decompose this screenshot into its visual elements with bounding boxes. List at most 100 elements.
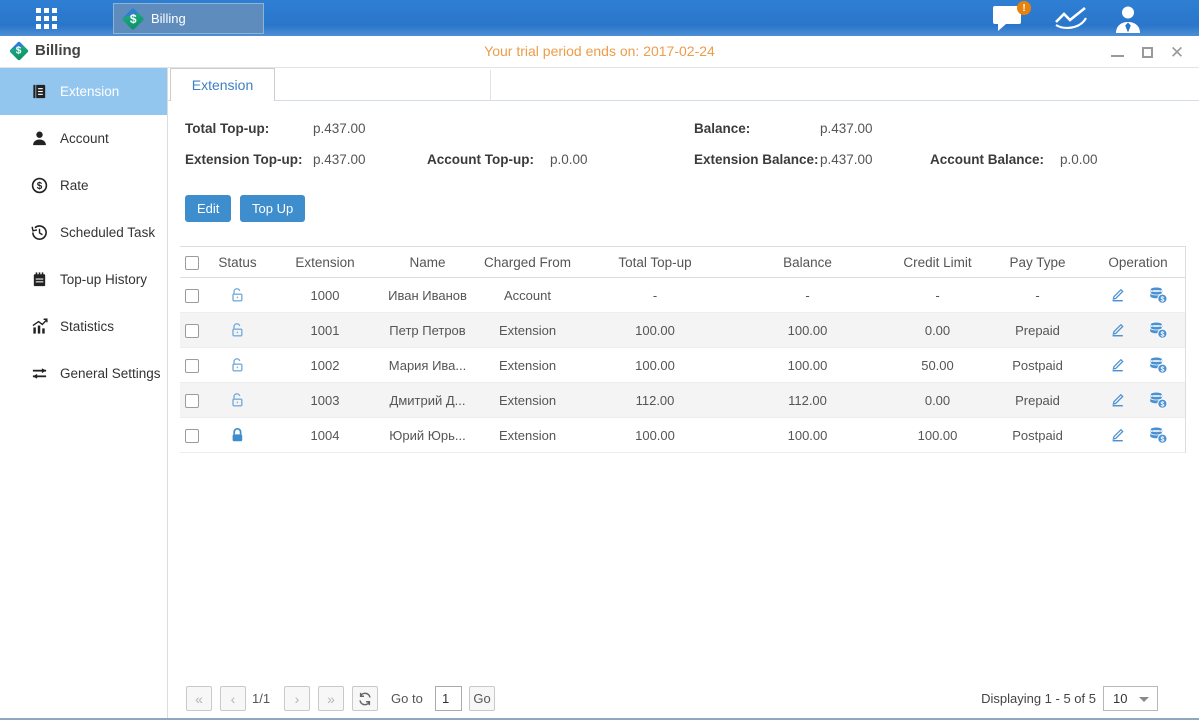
prev-page-button[interactable]: ‹ xyxy=(220,686,246,711)
reports-button[interactable] xyxy=(1053,5,1089,32)
table-row: 1000Иван ИвановAccount----$ xyxy=(180,278,1185,313)
refresh-icon xyxy=(358,692,372,706)
svg-text:$: $ xyxy=(1160,332,1164,339)
row-checkbox[interactable] xyxy=(185,289,199,303)
scheduled-task-icon xyxy=(31,224,48,241)
select-all-checkbox[interactable] xyxy=(185,256,199,270)
total-topup-cell: 100.00 xyxy=(585,358,725,373)
charged-from-cell: Extension xyxy=(470,393,585,408)
sidebar-item-scheduled-task[interactable]: Scheduled Task xyxy=(0,209,167,256)
svg-text:$: $ xyxy=(1160,367,1164,374)
column-header-pay-type: Pay Type xyxy=(985,255,1090,270)
svg-text:$: $ xyxy=(37,181,43,192)
status-cell xyxy=(210,286,265,303)
topup-coins-icon[interactable]: $ xyxy=(1148,356,1168,374)
sidebar-item-label: Statistics xyxy=(60,319,114,334)
sidebar-item-label: General Settings xyxy=(60,366,161,381)
sidebar-item-statistics[interactable]: Statistics xyxy=(0,303,167,350)
maximize-button[interactable] xyxy=(1139,44,1155,60)
sidebar-item-rate[interactable]: $Rate xyxy=(0,162,167,209)
page-size-select[interactable]: 10 xyxy=(1103,686,1158,711)
goto-page-input[interactable] xyxy=(435,686,462,711)
edit-icon[interactable] xyxy=(1109,321,1126,339)
charged-from-cell: Extension xyxy=(470,358,585,373)
topup-coins-icon[interactable]: $ xyxy=(1148,286,1168,304)
charged-from-cell: Account xyxy=(470,288,585,303)
account-topup-label: Account Top-up: xyxy=(427,152,534,167)
lock-closed-icon xyxy=(229,427,246,444)
extension-cell: 1001 xyxy=(265,323,385,338)
close-button[interactable]: ✕ xyxy=(1169,44,1185,60)
credit-limit-cell: 100.00 xyxy=(890,428,985,443)
column-header-total-top-up: Total Top-up xyxy=(585,255,725,270)
table-header-row: StatusExtensionNameCharged FromTotal Top… xyxy=(180,247,1185,278)
operation-cell: $ xyxy=(1090,426,1186,444)
credit-limit-cell: 0.00 xyxy=(890,323,985,338)
pay-type-cell: Prepaid xyxy=(985,393,1090,408)
extension-topup-label: Extension Top-up: xyxy=(185,152,303,167)
extension-cell: 1002 xyxy=(265,358,385,373)
topup-button[interactable]: Top Up xyxy=(240,195,305,222)
go-button[interactable]: Go xyxy=(469,686,495,711)
row-checkbox[interactable] xyxy=(185,394,199,408)
billing-app-window: $ Billing ! $ Billing xyxy=(0,0,1199,720)
name-cell: Мария Ива... xyxy=(385,358,470,373)
topup-coins-icon[interactable]: $ xyxy=(1148,426,1168,444)
next-page-button[interactable]: › xyxy=(284,686,310,711)
table-body: 1000Иван ИвановAccount----$1001Петр Петр… xyxy=(180,278,1185,453)
status-cell xyxy=(210,356,265,373)
row-checkbox[interactable] xyxy=(185,359,199,373)
refresh-button[interactable] xyxy=(352,686,378,711)
account-balance-value: p.0.00 xyxy=(1060,152,1098,167)
topup-coins-icon[interactable]: $ xyxy=(1148,391,1168,409)
total-topup-cell: 112.00 xyxy=(585,393,725,408)
charged-from-cell: Extension xyxy=(470,323,585,338)
notification-badge: ! xyxy=(1017,1,1031,15)
main-menu-bar: $ Billing ! xyxy=(0,0,1199,36)
svg-text:$: $ xyxy=(1160,297,1164,304)
edit-icon[interactable] xyxy=(1109,356,1126,374)
edit-icon[interactable] xyxy=(1109,426,1126,444)
minimize-button[interactable] xyxy=(1109,44,1125,60)
row-checkbox[interactable] xyxy=(185,324,199,338)
operation-cell: $ xyxy=(1090,391,1186,409)
topup-coins-icon[interactable]: $ xyxy=(1148,321,1168,339)
first-page-button[interactable]: « xyxy=(186,686,212,711)
chart-icon xyxy=(1053,5,1089,32)
user-icon xyxy=(1112,5,1144,33)
edit-button[interactable]: Edit xyxy=(185,195,231,222)
account-balance-label: Account Balance: xyxy=(930,152,1044,167)
notifications-button[interactable]: ! xyxy=(992,5,1028,32)
account-icon xyxy=(31,130,48,147)
row-checkbox[interactable] xyxy=(185,429,199,443)
table-row: 1004Юрий Юрь...Extension100.00100.00100.… xyxy=(180,418,1185,453)
extension-cell: 1004 xyxy=(265,428,385,443)
minimize-icon xyxy=(1111,55,1124,57)
sidebar-item-top-up-history[interactable]: Top-up History xyxy=(0,256,167,303)
sidebar-item-account[interactable]: Account xyxy=(0,115,167,162)
column-header-status: Status xyxy=(210,255,265,270)
sidebar-item-label: Top-up History xyxy=(60,272,147,287)
pay-type-cell: - xyxy=(985,288,1090,303)
sidebar-item-extension[interactable]: Extension xyxy=(0,68,167,115)
credit-limit-cell: - xyxy=(890,288,985,303)
column-header-credit-limit: Credit Limit xyxy=(890,255,985,270)
total-topup-cell: 100.00 xyxy=(585,323,725,338)
column-header-balance: Balance xyxy=(725,255,890,270)
table-row: 1002Мария Ива...Extension100.00100.0050.… xyxy=(180,348,1185,383)
status-cell xyxy=(210,321,265,338)
last-page-button[interactable]: » xyxy=(318,686,344,711)
close-icon: ✕ xyxy=(1170,44,1184,61)
tab-extension[interactable]: Extension xyxy=(170,68,275,101)
sidebar-item-label: Account xyxy=(60,131,109,146)
table-row: 1001Петр ПетровExtension100.00100.000.00… xyxy=(180,313,1185,348)
balance-cell: 112.00 xyxy=(725,393,890,408)
billing-app-tab[interactable]: $ Billing xyxy=(113,3,264,34)
user-account-button[interactable] xyxy=(1112,5,1148,32)
sidebar-item-general-settings[interactable]: General Settings xyxy=(0,350,167,397)
edit-icon[interactable] xyxy=(1109,391,1126,409)
name-cell: Дмитрий Д... xyxy=(385,393,470,408)
app-grid-icon[interactable] xyxy=(36,8,70,29)
edit-icon[interactable] xyxy=(1109,286,1126,304)
svg-text:$: $ xyxy=(1160,402,1164,409)
